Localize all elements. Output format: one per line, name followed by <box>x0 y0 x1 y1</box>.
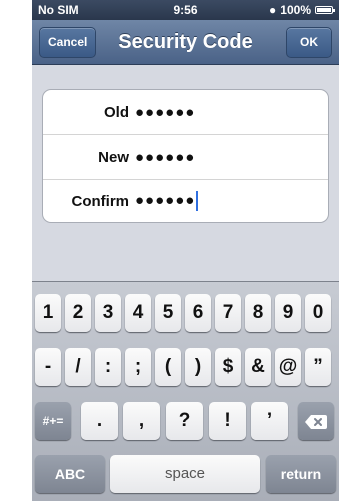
new-code-row[interactable]: New ●●●●●● <box>43 135 328 180</box>
key-5[interactable]: 5 <box>155 294 181 332</box>
lock-rotation-icon: ● <box>269 3 277 17</box>
new-code-field[interactable]: ●●●●●● <box>135 149 195 166</box>
key-at[interactable]: @ <box>275 348 301 386</box>
battery-status: ● 100% <box>269 3 335 17</box>
key-3[interactable]: 3 <box>95 294 121 332</box>
navigation-bar: Cancel Security Code OK <box>32 20 339 65</box>
key-0[interactable]: 0 <box>305 294 331 332</box>
text-cursor <box>196 191 199 211</box>
status-bar: No SIM 9:56 ● 100% <box>32 0 339 20</box>
key-2[interactable]: 2 <box>65 294 91 332</box>
key-9[interactable]: 9 <box>275 294 301 332</box>
confirm-code-dots: ●●●●●● <box>135 191 196 209</box>
old-code-field[interactable]: ●●●●●● <box>135 104 195 121</box>
confirm-code-row[interactable]: Confirm ●●●●●● <box>43 179 328 222</box>
old-code-row[interactable]: Old ●●●●●● <box>43 90 328 135</box>
backspace-icon <box>305 415 327 430</box>
key-1[interactable]: 1 <box>35 294 61 332</box>
delete-key[interactable] <box>298 402 334 440</box>
battery-percent: 100% <box>280 3 311 17</box>
phone-screen: No SIM 9:56 ● 100% Cancel Security Code … <box>32 0 339 501</box>
key-exclamation[interactable]: ! <box>209 402 246 440</box>
key-colon[interactable]: : <box>95 348 121 386</box>
key-dollar[interactable]: $ <box>215 348 241 386</box>
battery-icon <box>315 6 335 14</box>
old-code-label: Old <box>104 103 129 121</box>
space-key[interactable]: space <box>110 455 260 493</box>
key-apostrophe[interactable]: ’ <box>251 402 288 440</box>
key-4[interactable]: 4 <box>125 294 151 332</box>
key-slash[interactable]: / <box>65 348 91 386</box>
abc-key[interactable]: ABC <box>35 455 105 493</box>
confirm-code-field[interactable]: ●●●●●● <box>135 191 199 211</box>
key-open-paren[interactable]: ( <box>155 348 181 386</box>
key-close-paren[interactable]: ) <box>185 348 211 386</box>
keyboard: 1 2 3 4 5 6 7 8 9 0 - / : ; ( ) $ & @ ” … <box>32 281 339 501</box>
key-period[interactable]: . <box>81 402 118 440</box>
security-code-form: Old ●●●●●● New ●●●●●● Confirm ●●●●●● <box>42 89 329 223</box>
key-8[interactable]: 8 <box>245 294 271 332</box>
symbols-toggle-key[interactable]: #+= <box>35 402 71 440</box>
new-code-label: New <box>98 148 129 166</box>
key-comma[interactable]: , <box>123 402 160 440</box>
key-6[interactable]: 6 <box>185 294 211 332</box>
key-7[interactable]: 7 <box>215 294 241 332</box>
key-ampersand[interactable]: & <box>245 348 271 386</box>
return-key[interactable]: return <box>266 455 336 493</box>
key-question[interactable]: ? <box>166 402 203 440</box>
confirm-code-label: Confirm <box>71 192 130 210</box>
key-quote[interactable]: ” <box>305 348 331 386</box>
ok-button[interactable]: OK <box>286 27 332 58</box>
key-semicolon[interactable]: ; <box>125 348 151 386</box>
key-hyphen[interactable]: - <box>35 348 61 386</box>
